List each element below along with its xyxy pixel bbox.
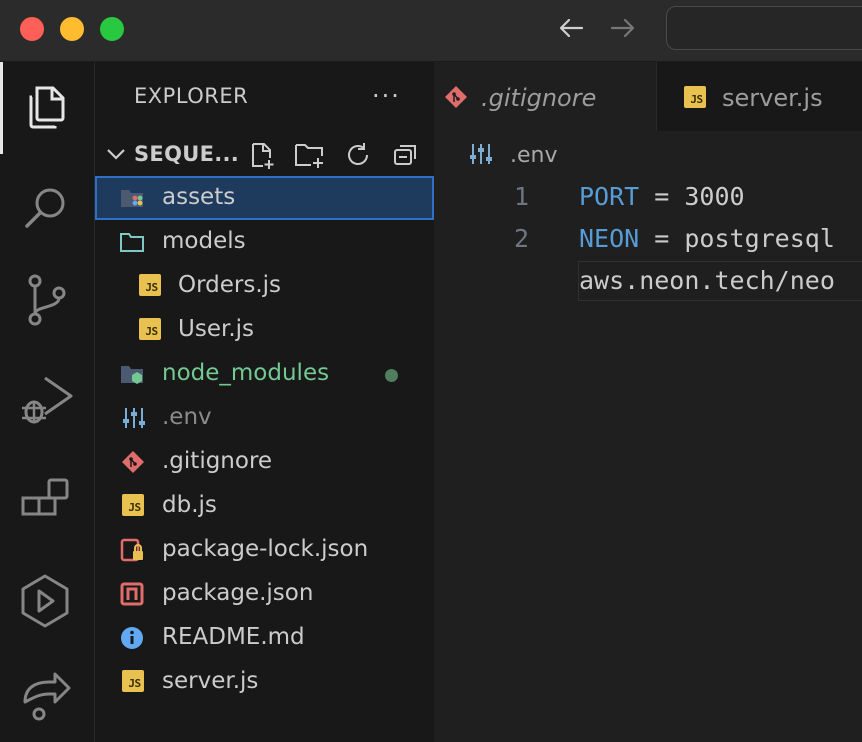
line-number: 1 xyxy=(513,182,529,211)
collapse-all-icon[interactable] xyxy=(391,140,421,170)
workspace-folder-name: SEQUE... xyxy=(134,142,240,166)
tab-label: .gitignore xyxy=(481,84,597,112)
activity-run-debug[interactable] xyxy=(0,352,94,440)
js-icon: JS xyxy=(122,494,148,518)
js-icon: JS xyxy=(122,670,148,694)
tree-item-node-modules[interactable]: node_modules xyxy=(95,352,434,396)
tab-label: server.js xyxy=(722,84,823,112)
folder-icon xyxy=(120,233,144,252)
workspace-folder-header[interactable]: SEQUE... xyxy=(95,134,434,174)
activity-extensions[interactable] xyxy=(0,454,94,542)
tree-item-package-lock[interactable]: package-lock.json xyxy=(95,528,434,572)
assets-folder-icon xyxy=(121,190,143,207)
activity-explorer[interactable] xyxy=(0,62,94,154)
code-line: NEON = postgresql xyxy=(579,224,835,253)
remote-explorer-icon xyxy=(21,574,69,628)
settings-sliders-icon xyxy=(123,408,145,428)
line-number: 2 xyxy=(513,224,529,253)
breadcrumb[interactable]: .env xyxy=(468,141,558,171)
explorer-sidebar: EXPLORER ··· SEQUE... assets models JS O… xyxy=(95,62,434,742)
tab-gitignore[interactable]: .gitignore xyxy=(435,62,657,131)
title-bar xyxy=(0,0,862,62)
activity-remote-explorer[interactable] xyxy=(0,552,94,640)
code-line-wrapped: aws.neon.tech/neo xyxy=(579,266,835,295)
env-key: NEON xyxy=(579,224,640,253)
live-share-icon xyxy=(23,672,71,721)
tree-item-label: assets xyxy=(162,184,236,210)
tree-item-models[interactable]: models xyxy=(95,220,434,264)
npm-icon xyxy=(120,582,144,606)
tree-item-db-js[interactable]: JS db.js xyxy=(95,484,434,528)
tree-item-label: package-lock.json xyxy=(162,536,369,562)
info-icon xyxy=(121,627,143,649)
env-operator: = xyxy=(639,224,685,253)
activity-search[interactable] xyxy=(0,162,94,250)
settings-sliders-icon xyxy=(470,144,492,164)
tree-item-env[interactable]: .env xyxy=(95,396,434,440)
extensions-icon xyxy=(21,478,69,516)
tree-item-label: models xyxy=(162,228,246,254)
source-control-icon xyxy=(28,274,66,326)
arrow-left-icon[interactable] xyxy=(556,13,586,43)
tree-item-label: db.js xyxy=(162,492,217,518)
search-icon xyxy=(25,188,65,228)
tree-item-label: package.json xyxy=(162,580,314,606)
close-window-button[interactable] xyxy=(20,17,44,41)
breadcrumb-file: .env xyxy=(510,143,558,168)
tree-item-label: .gitignore xyxy=(162,448,273,474)
tree-item-package-json[interactable]: package.json xyxy=(95,572,434,616)
more-actions-button[interactable]: ··· xyxy=(372,82,401,110)
tree-item-server-js[interactable]: JS server.js xyxy=(95,660,434,704)
tree-item-assets[interactable]: assets xyxy=(95,176,434,220)
arrow-right-icon[interactable] xyxy=(608,13,638,43)
env-key: PORT xyxy=(579,182,640,211)
env-value: postgresql xyxy=(684,224,835,253)
activity-live-share[interactable] xyxy=(0,646,94,734)
tree-item-gitignore[interactable]: .gitignore xyxy=(95,440,434,484)
tree-item-orders-js[interactable]: JS Orders.js xyxy=(95,264,434,308)
tab-server-js[interactable]: JS server.js xyxy=(657,62,862,131)
env-operator: = xyxy=(639,182,685,211)
js-icon: JS xyxy=(684,86,706,108)
tree-item-label: server.js xyxy=(162,668,259,694)
package-lock-icon xyxy=(120,538,143,562)
run-debug-icon xyxy=(22,376,73,424)
refresh-icon[interactable] xyxy=(343,140,373,170)
tree-item-label: Orders.js xyxy=(178,272,282,298)
node-folder-icon xyxy=(121,366,143,384)
files-icon xyxy=(29,86,65,129)
chevron-down-icon xyxy=(107,149,125,160)
maximize-window-button[interactable] xyxy=(100,17,124,41)
tree-item-label: User.js xyxy=(178,316,254,342)
tree-item-label: README.md xyxy=(162,624,305,650)
new-folder-icon[interactable] xyxy=(293,140,327,170)
editor-tab-bar: .gitignore JS server.js xyxy=(435,62,862,131)
new-file-icon[interactable] xyxy=(247,140,279,170)
tree-item-readme[interactable]: README.md xyxy=(95,616,434,660)
env-value: 3000 xyxy=(684,182,745,211)
code-line: PORT = 3000 xyxy=(579,182,745,211)
explorer-title: EXPLORER xyxy=(134,84,249,108)
git-icon xyxy=(122,451,144,473)
git-modified-dot xyxy=(385,369,398,382)
tree-item-user-js[interactable]: JS User.js xyxy=(95,308,434,352)
js-icon: JS xyxy=(139,274,165,298)
code-editor[interactable]: .env 1 PORT = 3000 2 NEON = postgresql a… xyxy=(435,131,862,742)
tree-item-label: node_modules xyxy=(162,360,330,386)
js-icon: JS xyxy=(139,318,165,342)
activity-bar xyxy=(0,62,95,742)
git-icon xyxy=(445,86,467,108)
activity-source-control[interactable] xyxy=(0,250,94,338)
minimize-window-button[interactable] xyxy=(60,17,84,41)
tree-item-label: .env xyxy=(162,404,212,430)
command-center-search[interactable] xyxy=(666,6,862,50)
